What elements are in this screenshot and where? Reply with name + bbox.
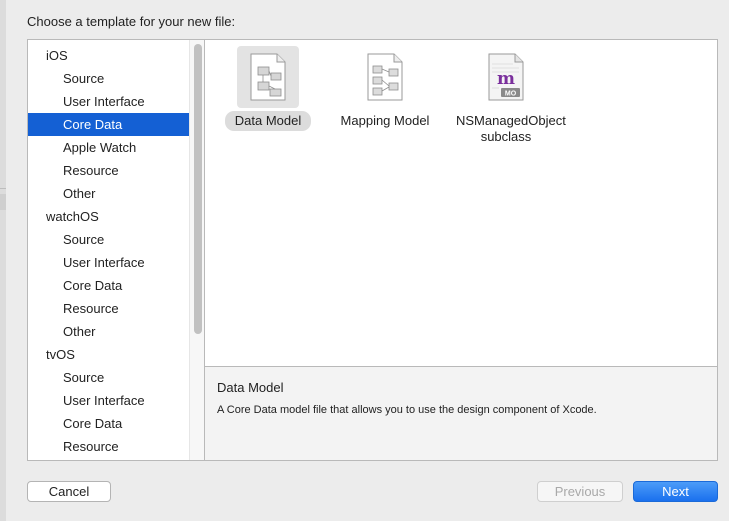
detail-description: A Core Data model file that allows you t… [217,404,597,416]
sidebar-group-ios: iOS [46,48,68,63]
sidebar-item-core-data[interactable]: Core Data [28,113,189,136]
new-file-sheet: Choose a template for your new file: iOS… [0,0,729,521]
sidebar-item-source[interactable]: Source [28,366,189,389]
data-model-icon [237,46,299,108]
cancel-button[interactable]: Cancel [27,481,111,502]
sidebar-item-core-data[interactable]: Core Data [28,274,189,297]
sidebar-item-apple-watch[interactable]: Apple Watch [28,136,189,159]
template-grid: Data Model Mapping Model m MO NSManagedO… [204,39,718,367]
sidebar-item-source[interactable]: Source [28,67,189,90]
template-detail-pane: Data Model A Core Data model file that a… [204,366,718,461]
sidebar-item-user-interface[interactable]: User Interface [28,90,189,113]
sidebar-item-resource[interactable]: Resource [28,435,189,458]
platform-category-list: iOS Source User Interface Core Data Apple Wa… [27,39,205,461]
next-button[interactable]: Next [633,481,718,502]
sidebar-item-user-interface[interactable]: User Interface [28,251,189,274]
sidebar-item-other[interactable]: Other [28,182,189,205]
sidebar-group-watchos: watchOS [46,209,99,224]
template-label: Mapping Model [340,113,430,128]
sidebar-scrollbar[interactable] [189,40,205,460]
template-mapping-model[interactable]: Mapping Model [322,46,448,131]
sidebar-item-core-data[interactable]: Core Data [28,412,189,435]
sidebar-scroll-thumb[interactable] [194,44,202,334]
template-nsmanagedobject-subclass[interactable]: m MO NSManagedObject subclass [443,46,569,147]
managed-object-icon: m MO [475,46,537,108]
background-window-edge [0,0,6,521]
sheet-heading: Choose a template for your new file: [27,14,236,29]
detail-title: Data Model [217,380,284,395]
mapping-model-icon [354,46,416,108]
mo-badge-text: MO [505,91,517,98]
sidebar-item-user-interface[interactable]: User Interface [28,389,189,412]
sidebar-item-source[interactable]: Source [28,228,189,251]
object-letter-glyph: m [497,69,515,89]
sidebar-item-other[interactable]: Other [28,320,189,343]
category-list: iOS Source User Interface Core Data Apple Wa… [28,40,189,458]
sidebar-group-tvos: tvOS [46,347,75,362]
template-label: NSManagedObject subclass [456,113,566,144]
template-data-model[interactable]: Data Model [205,46,331,131]
template-label: Data Model [224,111,312,131]
edge-divider [0,188,6,189]
sidebar-item-resource[interactable]: Resource [28,297,189,320]
sidebar-item-resource[interactable]: Resource [28,159,189,182]
previous-button[interactable]: Previous [537,481,623,502]
edge-divider [0,194,6,210]
